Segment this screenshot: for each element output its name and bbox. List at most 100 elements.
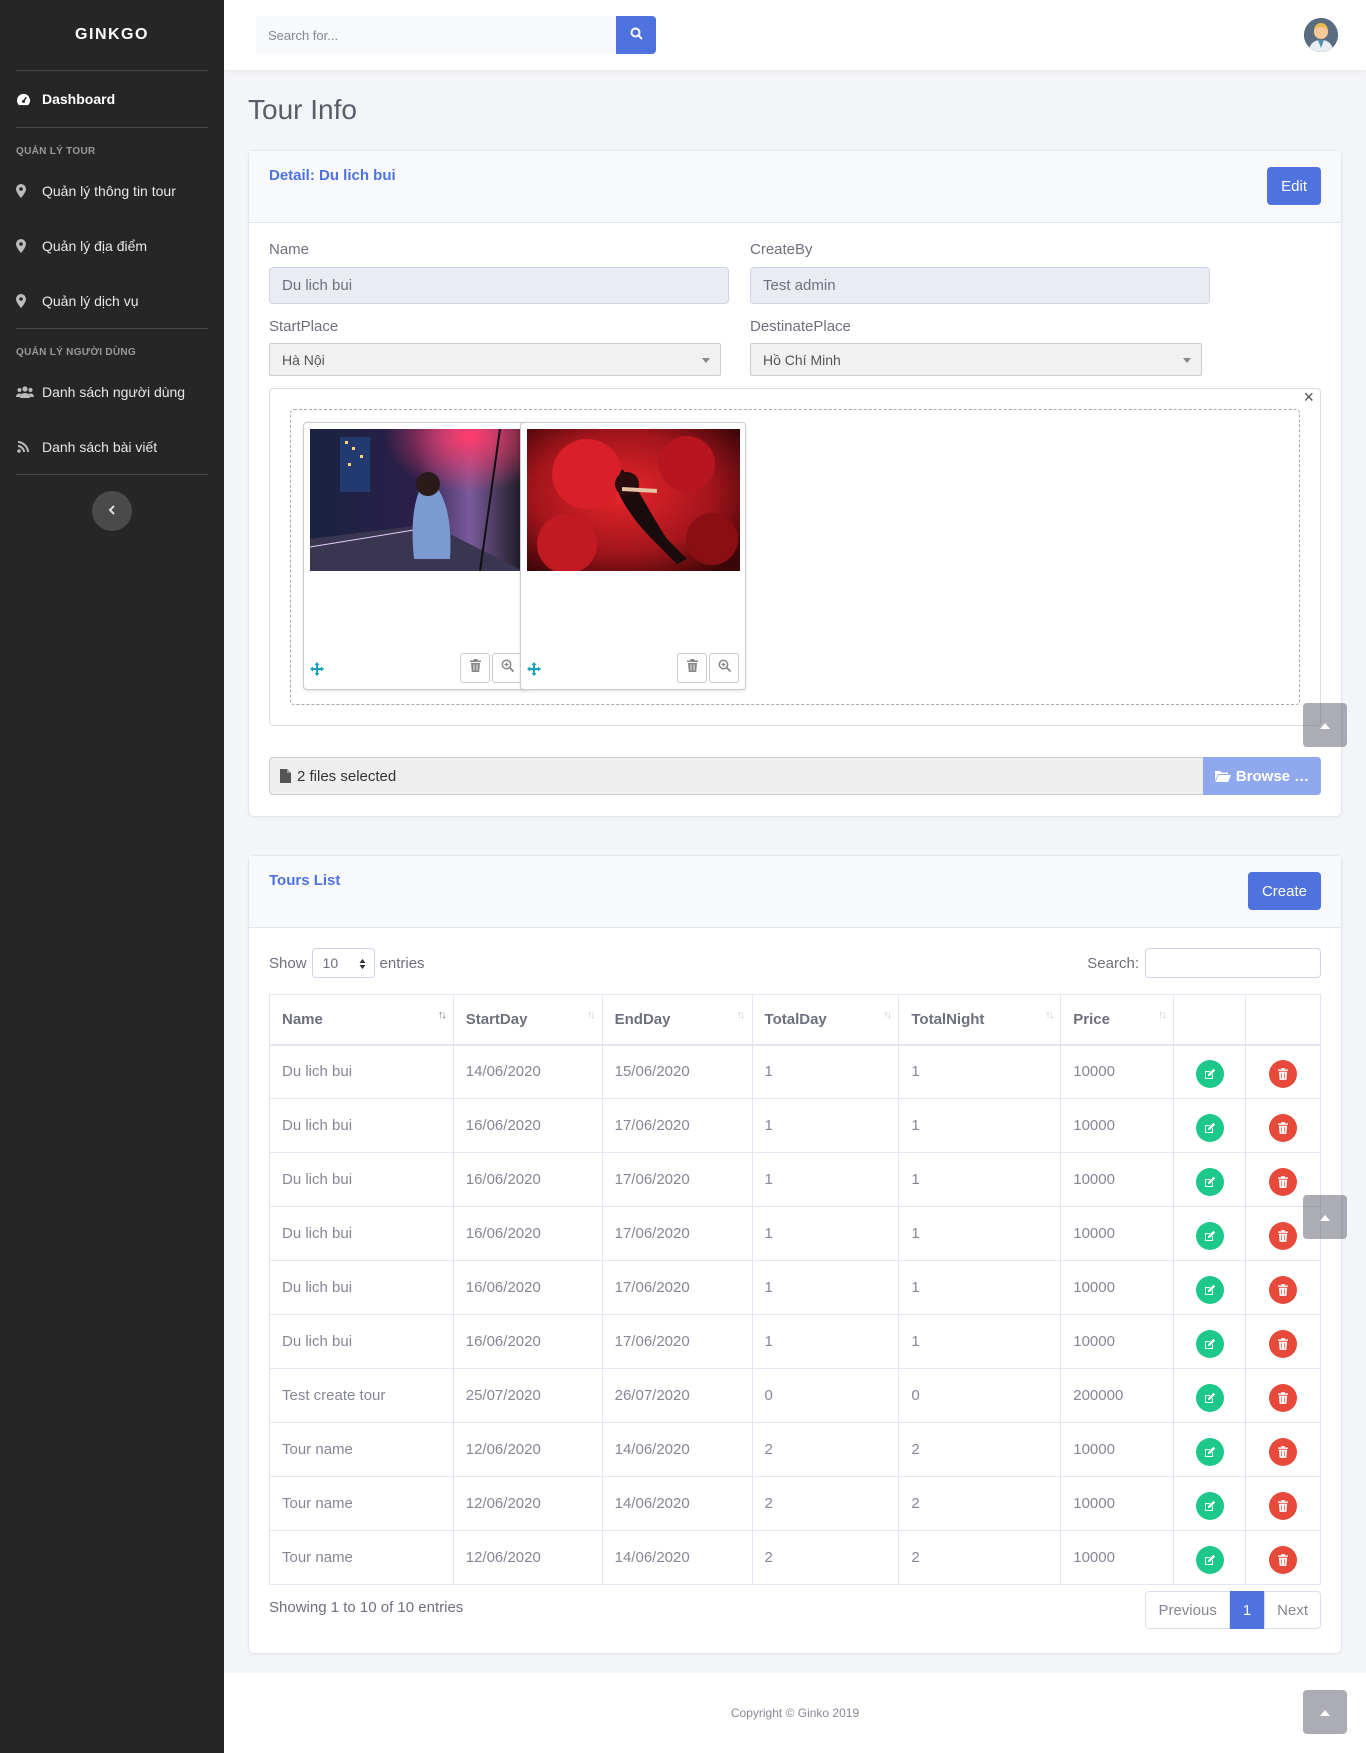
cell-delete xyxy=(1245,1260,1321,1315)
edit-row-button[interactable] xyxy=(1195,1383,1224,1412)
sidebar-item-dashboard[interactable]: Dashboard xyxy=(0,71,224,127)
zoom-file-button[interactable] xyxy=(709,653,739,683)
brand-logo[interactable]: GINKGO xyxy=(0,0,224,70)
delete-file-button[interactable] xyxy=(460,653,490,683)
edit-row-button[interactable] xyxy=(1195,1113,1224,1142)
tour-detail-card: Detail: Du lich bui Edit Name Du lich bu… xyxy=(248,150,1342,817)
drag-handle-icon[interactable] xyxy=(527,662,541,681)
cell-endday: 17/06/2020 xyxy=(601,1152,753,1207)
avatar[interactable] xyxy=(1304,18,1338,52)
startplace-select[interactable]: Hà Nội xyxy=(269,343,721,376)
destplace-select[interactable]: Hồ Chí Minh xyxy=(750,343,1202,376)
edit-row-button[interactable] xyxy=(1195,1545,1224,1574)
scroll-to-top-button[interactable] xyxy=(1303,1195,1347,1239)
edit-row-button[interactable] xyxy=(1195,1167,1224,1196)
sidebar-item-places[interactable]: Quản lý địa điểm xyxy=(0,218,224,273)
delete-row-button[interactable] xyxy=(1269,1383,1298,1412)
cell-totalnight: 1 xyxy=(898,1314,1062,1369)
zoom-in-icon xyxy=(718,659,731,677)
delete-row-button[interactable] xyxy=(1269,1491,1298,1520)
browse-label: Browse … xyxy=(1235,767,1310,785)
cell-delete xyxy=(1245,1422,1321,1477)
column-header-totalday[interactable]: TotalDay ↑↓ xyxy=(751,994,900,1046)
table-row: Du lich bui 14/06/2020 15/06/2020 1 1 10000 xyxy=(269,1044,1321,1099)
delete-file-button[interactable] xyxy=(677,653,707,683)
browse-button[interactable]: Browse … xyxy=(1203,757,1321,795)
scroll-to-top-button[interactable] xyxy=(1303,1690,1347,1734)
cell-endday: 14/06/2020 xyxy=(601,1476,753,1531)
card-header: Detail: Du lich bui Edit xyxy=(249,151,1341,223)
sidebar-item-services[interactable]: Quản lý dịch vụ xyxy=(0,273,224,328)
column-header-price[interactable]: Price ↑↓ xyxy=(1060,994,1175,1046)
edit-button[interactable]: Edit xyxy=(1267,167,1321,205)
edit-icon xyxy=(1204,1122,1216,1134)
next-page-button[interactable]: Next xyxy=(1264,1591,1321,1629)
name-field[interactable]: Du lich bui xyxy=(269,267,729,304)
map-marker-icon xyxy=(16,238,36,253)
column-header-endday[interactable]: EndDay ↑↓ xyxy=(601,994,753,1046)
sidebar-toggle-button[interactable] xyxy=(92,491,132,531)
edit-row-button[interactable] xyxy=(1195,1275,1224,1304)
cell-totalday: 1 xyxy=(751,1152,900,1207)
edit-row-button[interactable] xyxy=(1195,1059,1224,1088)
copyright-text: Copyright © Ginko 2019 xyxy=(730,1706,860,1720)
select-value: 10 xyxy=(322,955,339,971)
createby-label: CreateBy xyxy=(750,241,813,258)
delete-row-button[interactable] xyxy=(1269,1329,1298,1358)
edit-row-button[interactable] xyxy=(1195,1491,1224,1520)
cell-totalday: 1 xyxy=(751,1044,900,1099)
tours-list-card: Tours List Create Show 10 entries Search… xyxy=(248,855,1342,1654)
trash-icon xyxy=(1278,1283,1289,1296)
sidebar-item-users[interactable]: Danh sách người dùng xyxy=(0,364,224,419)
cell-endday: 17/06/2020 xyxy=(601,1314,753,1369)
search-input[interactable] xyxy=(256,16,616,54)
delete-row-button[interactable] xyxy=(1269,1545,1298,1574)
sidebar-item-tour-info[interactable]: Quản lý thông tin tour xyxy=(0,163,224,218)
cell-startday: 16/06/2020 xyxy=(452,1260,603,1315)
edit-icon xyxy=(1204,1446,1216,1458)
cell-name: Du lich bui xyxy=(269,1044,454,1099)
createby-field[interactable]: Test admin xyxy=(750,267,1210,304)
table-search-input[interactable] xyxy=(1145,948,1321,978)
cell-edit xyxy=(1173,1314,1247,1369)
search-button[interactable] xyxy=(616,16,656,54)
delete-row-button[interactable] xyxy=(1269,1059,1298,1088)
page-length-select[interactable]: 10 xyxy=(311,948,375,978)
create-button[interactable]: Create xyxy=(1247,872,1321,910)
delete-row-button[interactable] xyxy=(1269,1113,1298,1142)
file-preview xyxy=(520,422,746,690)
column-header-startday[interactable]: StartDay ↑↓ xyxy=(452,994,603,1046)
close-icon[interactable]: × xyxy=(1303,387,1314,408)
trash-icon xyxy=(1278,1067,1289,1080)
entries-label: entries xyxy=(379,954,425,972)
delete-row-button[interactable] xyxy=(1269,1275,1298,1304)
drag-handle-icon[interactable] xyxy=(310,662,324,681)
cell-edit xyxy=(1173,1260,1247,1315)
cell-totalday: 1 xyxy=(751,1314,900,1369)
edit-row-button[interactable] xyxy=(1195,1221,1224,1250)
column-header-totalnight[interactable]: TotalNight ↑↓ xyxy=(898,994,1062,1046)
edit-row-button[interactable] xyxy=(1195,1329,1224,1358)
zoom-file-button[interactable] xyxy=(492,653,522,683)
previous-page-button[interactable]: Previous xyxy=(1145,1591,1230,1629)
page-button[interactable]: 1 xyxy=(1229,1591,1265,1629)
cell-delete xyxy=(1245,1044,1321,1099)
file-caption[interactable]: 2 files selected xyxy=(269,757,1203,795)
sidebar-item-posts[interactable]: Danh sách bài viết xyxy=(0,419,224,474)
table-row: Du lich bui 16/06/2020 17/06/2020 1 1 10000 xyxy=(269,1206,1321,1261)
cell-startday: 14/06/2020 xyxy=(452,1044,603,1099)
sidebar-item-label: Dashboard xyxy=(42,91,116,107)
cell-name: Du lich bui xyxy=(269,1314,454,1369)
file-caption-text: 2 files selected xyxy=(297,767,397,785)
cell-edit xyxy=(1173,1152,1247,1207)
cell-price: 10000 xyxy=(1060,1476,1175,1531)
edit-row-button[interactable] xyxy=(1195,1437,1224,1466)
delete-row-button[interactable] xyxy=(1269,1167,1298,1196)
dropzone[interactable] xyxy=(290,409,1300,705)
delete-row-button[interactable] xyxy=(1269,1221,1298,1250)
cell-endday: 17/06/2020 xyxy=(601,1098,753,1153)
scroll-to-top-button[interactable] xyxy=(1303,703,1347,747)
delete-row-button[interactable] xyxy=(1269,1437,1298,1466)
select-value: Hà Nội xyxy=(282,351,325,368)
column-header-name[interactable]: Name ↑↓ xyxy=(269,994,454,1046)
